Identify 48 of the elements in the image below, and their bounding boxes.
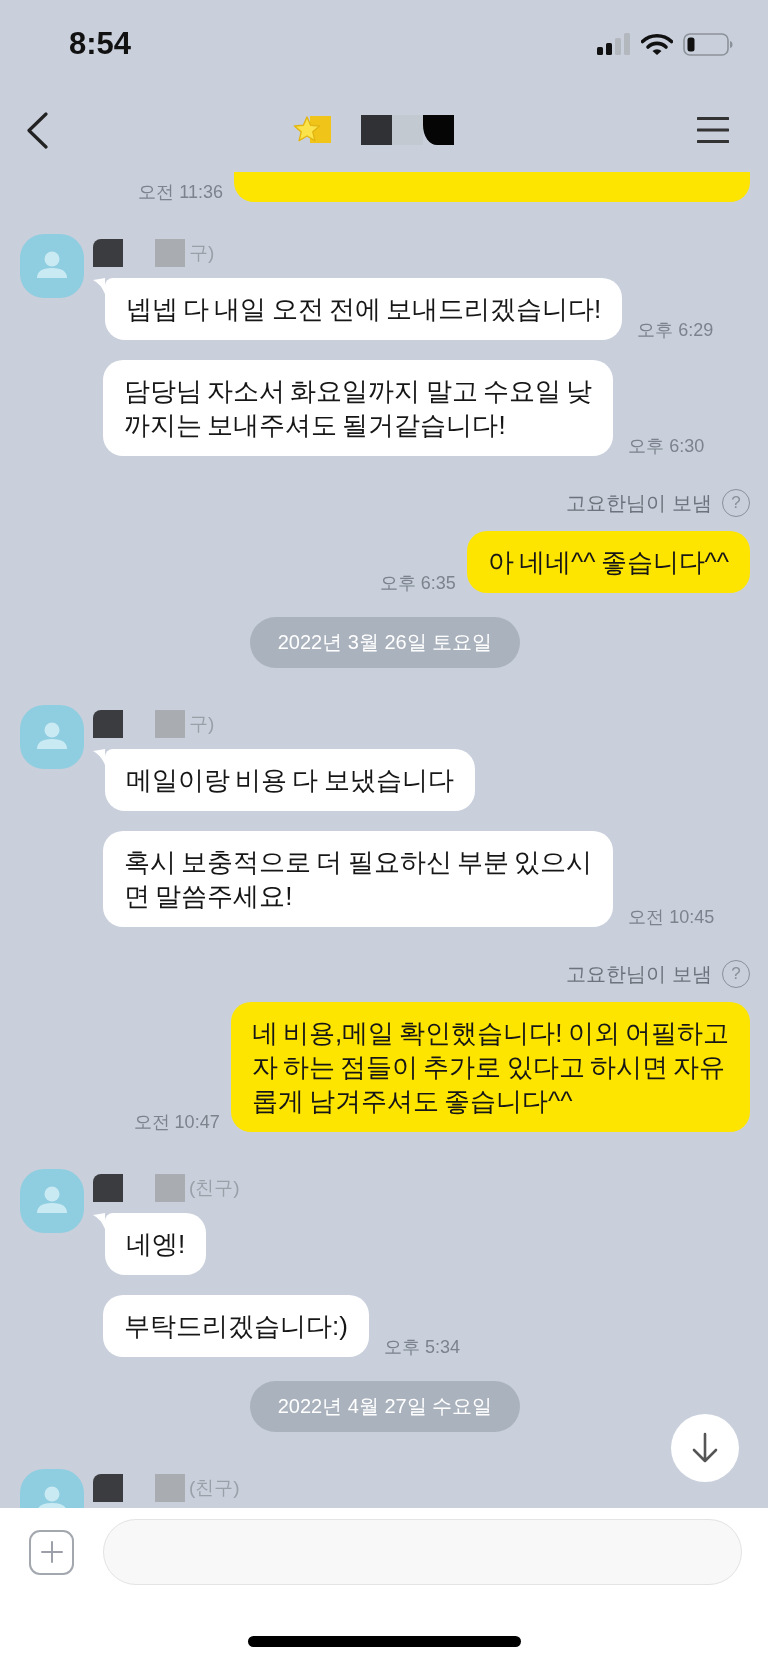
sent-by-label: 고요한님이 보냄: [566, 491, 712, 515]
message-bubble: 메일이랑 비용 다 보냈습니다: [105, 749, 475, 811]
date-divider: 2022년 3월 26일 토요일: [249, 617, 521, 668]
redaction-block: [93, 1174, 123, 1202]
message-bubble: 담당님 자소서 화요일까지 말고 수요일 낮 까지는 보내주셔도 될거같습니다!: [103, 360, 614, 456]
message-bubble: 아 네네^^ 좋습니다^^: [466, 531, 750, 593]
message-bubble: 네 비용,메일 확인했습니다! 이외 어필하고 자 하는 점들이 추가로 있다고 하시면 자유 롭게 남겨주셔도 좋습니다^^: [230, 1002, 750, 1132]
message-time: 오후 5:34: [383, 1337, 460, 1357]
message-bubble: 혹시 보충적으로 더 필요하신 부분 있으시 면 말씀주세요!: [103, 831, 614, 927]
plus-icon: [40, 1541, 63, 1563]
bubble-tail: [93, 749, 105, 765]
sent-by-label: 고요한님이 보냄: [566, 962, 712, 986]
wifi-icon: [641, 32, 673, 56]
redaction-block: [93, 1474, 123, 1502]
battery-icon: [683, 32, 733, 56]
back-button[interactable]: [25, 111, 49, 149]
menu-icon: [697, 116, 729, 144]
redaction-block: [155, 239, 185, 267]
redaction-block: [360, 115, 392, 145]
signal-icon: [597, 33, 631, 55]
message-bubble: 부탁드리겠습니다:): [103, 1295, 369, 1357]
redaction-block: [391, 115, 423, 145]
redaction-block: [155, 1474, 185, 1502]
redaction-block: [155, 1174, 185, 1202]
message-time: 오후 6:29: [637, 320, 714, 340]
redaction-block: [155, 710, 185, 738]
add-button[interactable]: [29, 1529, 74, 1575]
back-icon: [25, 111, 49, 149]
avatar-icon[interactable]: [20, 234, 84, 298]
message-bubble: 넵넵 다 내일 오전 전에 보내드리겠습니다!: [105, 278, 623, 340]
star-icon: [292, 115, 331, 145]
message-time: 오전 11:36: [138, 182, 223, 202]
redaction-block: [93, 239, 123, 267]
date-divider: 2022년 4월 27일 수요일: [249, 1381, 521, 1432]
bubble-tail: [93, 278, 105, 294]
message-time: 오후 6:30: [628, 436, 705, 456]
redaction-block: [422, 115, 454, 145]
message-time: 오전 10:45: [628, 907, 715, 927]
menu-button[interactable]: [697, 116, 729, 144]
redaction-block: [93, 710, 123, 738]
arrow-down-icon: [692, 1432, 718, 1464]
bubble-tail: [93, 1213, 105, 1229]
message-time: 오후 6:35: [379, 573, 456, 593]
message-time: 오전 10:47: [133, 1112, 220, 1132]
avatar-icon[interactable]: [20, 1169, 84, 1233]
message-bubble: 네엥!: [105, 1213, 207, 1275]
status-time: 8:54: [69, 26, 132, 62]
avatar-icon[interactable]: [20, 705, 84, 769]
